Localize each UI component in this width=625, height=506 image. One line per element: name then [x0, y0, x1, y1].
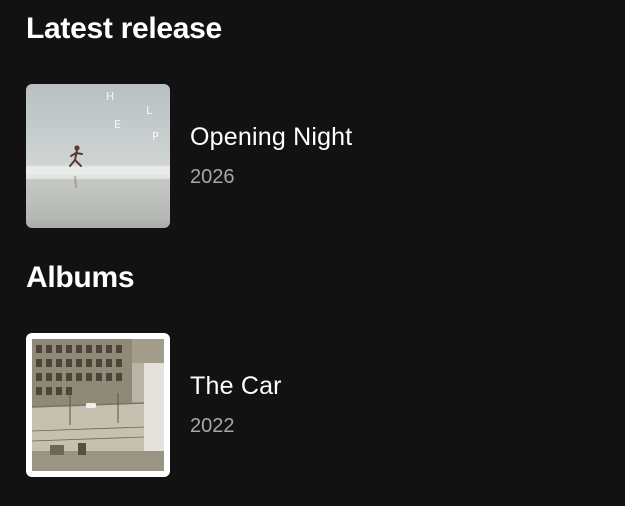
- album-meta: The Car 2022: [190, 372, 282, 438]
- release-year: 2026: [190, 166, 235, 188]
- cover-letter-e: E: [114, 118, 121, 131]
- albums-heading: Albums: [26, 261, 135, 294]
- opening-night-cover: H E L P: [26, 84, 170, 228]
- latest-release-item[interactable]: H E L P Opening Night 2026: [26, 83, 606, 229]
- latest-release-heading: Latest release: [26, 12, 222, 45]
- cover-letter-h: H: [106, 90, 114, 103]
- release-title: Opening Night: [190, 123, 353, 151]
- cover-letter-p: P: [152, 130, 159, 143]
- album-title: The Car: [190, 372, 282, 400]
- cover-letter-l: L: [146, 104, 153, 117]
- album-year: 2022: [190, 415, 235, 437]
- latest-release-meta: Opening Night 2026: [190, 123, 352, 189]
- the-car-cover: [26, 333, 170, 477]
- album-item[interactable]: The Car 2022: [26, 332, 606, 478]
